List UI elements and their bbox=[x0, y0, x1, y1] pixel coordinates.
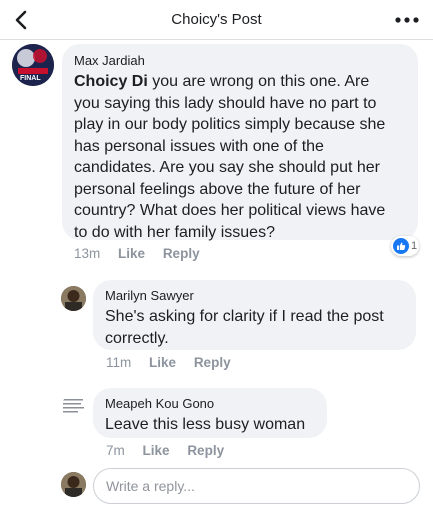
reply-button[interactable]: Reply bbox=[194, 355, 231, 370]
comment-bubble[interactable]: Meapeh Kou Gono Leave this less busy wom… bbox=[93, 388, 327, 438]
mention-link[interactable]: Choicy Di bbox=[74, 73, 148, 90]
comment-meta: 13m Like Reply bbox=[74, 246, 214, 261]
comment-time: 13m bbox=[74, 246, 101, 261]
profile-photo: FINAL bbox=[12, 44, 54, 86]
profile-photo bbox=[61, 286, 86, 311]
like-button[interactable]: Like bbox=[143, 443, 170, 458]
avatar-text: FINAL bbox=[20, 75, 41, 82]
reaction-badge[interactable]: 1 bbox=[391, 236, 419, 256]
comment-meta: 11m Like Reply bbox=[106, 355, 245, 370]
comment-time: 11m bbox=[106, 355, 132, 370]
avatar[interactable]: FINAL bbox=[12, 44, 54, 86]
reply-button[interactable]: Reply bbox=[187, 443, 224, 458]
profile-photo bbox=[61, 395, 86, 420]
avatar[interactable] bbox=[61, 395, 86, 420]
avatar[interactable] bbox=[61, 286, 86, 311]
comment-bubble[interactable]: Max Jardiah Choicy Di you are wrong on t… bbox=[62, 44, 418, 241]
comment-time: 7m bbox=[106, 443, 125, 458]
comment-text: Leave this less busy woman bbox=[105, 416, 306, 433]
like-button[interactable]: Like bbox=[118, 246, 145, 261]
like-button[interactable]: Like bbox=[149, 355, 176, 370]
top-bar: Choicy's Post bbox=[0, 0, 433, 40]
comment-meta: 7m Like Reply bbox=[106, 443, 238, 458]
comment-text: Choicy Di you are wrong on this one. Are… bbox=[74, 73, 386, 241]
reply-input[interactable] bbox=[93, 468, 420, 504]
profile-photo bbox=[61, 472, 86, 497]
reaction-count: 1 bbox=[411, 240, 418, 252]
comment-text: She's asking for clarity if I read the p… bbox=[105, 308, 384, 347]
my-avatar bbox=[61, 472, 86, 497]
more-dots-icon[interactable] bbox=[393, 10, 421, 30]
reply-button[interactable]: Reply bbox=[163, 246, 200, 261]
comment-bubble[interactable]: Marilyn Sawyer She's asking for clarity … bbox=[93, 280, 416, 350]
comment-author[interactable]: Max Jardiah bbox=[74, 53, 406, 68]
comment-author[interactable]: Meapeh Kou Gono bbox=[105, 396, 315, 411]
page-title: Choicy's Post bbox=[171, 11, 262, 28]
like-thumb-icon bbox=[393, 238, 409, 254]
comment-author[interactable]: Marilyn Sawyer bbox=[105, 288, 404, 303]
